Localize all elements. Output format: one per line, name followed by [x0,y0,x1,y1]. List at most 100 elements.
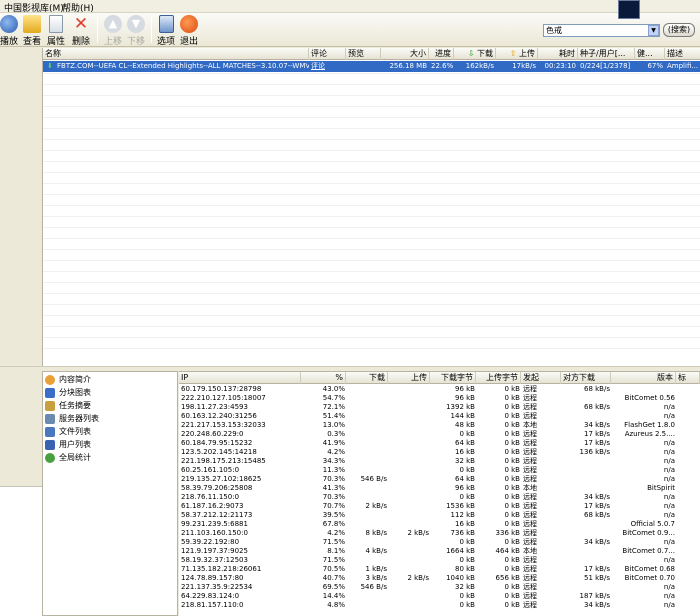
gridline [43,348,700,349]
peer-row[interactable]: 64.229.83.124:0 14.4% 0 kB 0 kB 远程 187 kB/s n/… [179,592,700,601]
delete-button[interactable]: ✕ 删除 [70,15,92,47]
column-name[interactable]: 名称 [43,48,309,60]
peer-uploaded-bytes: 0 kB [504,565,520,573]
peer-row[interactable]: 60.25.161.105:0 11.3% 0 kB 0 kB 远程 n/a [179,466,700,475]
peer-column-version[interactable]: 版本 [611,372,676,384]
peer-row[interactable]: 60.179.150.137:28798 43.0% 96 kB 0 kB 远程 68 k… [179,385,700,394]
peer-row[interactable]: 59.39.22.192:80 71.5% 0 kB 0 kB 远程 34 kB/s n/a [179,538,700,547]
properties-button[interactable]: 属性 [46,15,66,47]
peer-row[interactable]: 218.81.157.110:0 4.8% 0 kB 0 kB 远程 34 kB/s n/a [179,601,700,610]
speed-graph [618,0,640,19]
column-elapsed[interactable]: 耗时 [538,48,578,60]
peer-column-download[interactable]: 下载 [346,372,388,384]
peer-row[interactable]: 198.11.27.23:4593 72.1% 1392 kB 0 kB 远程 68 kB… [179,403,700,412]
move-down-button[interactable]: ▼ 下移 [126,15,146,47]
peer-row[interactable]: 211.103.160.150:0 4.2% 8 kB/s 2 kB/s 736 kB 3… [179,529,700,538]
peer-initiator: 本地 [523,484,537,492]
peer-column-ip[interactable]: IP [179,372,301,384]
peer-row[interactable]: 221.137.35.9:22534 69.5% 546 B/s 32 kB 0 kB 远… [179,583,700,592]
task-download-speed: 162kB/s [465,62,494,70]
peer-row[interactable]: 58.19.32.37:12503 71.5% 0 kB 0 kB 远程 n/a [179,556,700,565]
column-seeds[interactable]: 种子/用户[... [578,48,635,60]
column-preview[interactable]: 预览 [346,48,381,60]
peer-initiator: 远程 [523,592,537,600]
peer-row[interactable]: 221.198.175.213:15485 34.3% 32 kB 0 kB 远程 n/a [179,457,700,466]
move-up-button[interactable]: ▲ 上移 [103,15,123,47]
search-dropdown-arrow[interactable]: ▼ [648,25,659,36]
peer-percent: 70.3% [322,475,345,483]
peer-row[interactable]: 99.231.239.5:6881 67.8% 16 kB 0 kB 远程 Officia… [179,520,700,529]
peer-percent: 54.7% [322,394,345,402]
peer-download [346,466,388,475]
peer-row[interactable]: 219.135.27.102:18625 70.3% 546 B/s 64 kB 0 k… [179,475,700,484]
peer-initiator: 远程 [523,439,537,447]
peer-remote-download [561,457,611,466]
peer-row[interactable]: 218.76.11.150:0 70.3% 0 kB 0 kB 远程 34 kB/s n/a [179,493,700,502]
peer-download: 3 kB/s [365,574,387,582]
peer-remote-download [561,484,611,493]
tree-item-user-list[interactable]: 用户列表 [45,439,175,451]
peer-row[interactable]: 60.163.12.240:31256 51.4% 144 kB 0 kB 远程 n/a [179,412,700,421]
tree-item-server-list[interactable]: 服务器列表 [45,413,175,425]
peer-version: n/a [663,466,675,474]
peer-row[interactable]: 60.184.79.95:15232 41.9% 64 kB 0 kB 远程 17 kB/… [179,439,700,448]
peer-column-downloaded-bytes[interactable]: 下载字节 [430,372,476,384]
peer-row[interactable]: 221.217.153.153:32033 13.0% 48 kB 0 kB 本地 34 … [179,421,700,430]
peer-download [346,457,388,466]
peer-remote-download: 17 kB/s [584,439,610,447]
peer-uploaded-bytes: 0 kB [504,502,520,510]
task-comment-link[interactable]: 评论 [309,61,346,72]
peer-upload [388,592,430,601]
peer-row[interactable]: 121.9.197.37:9025 8.1% 4 kB/s 1664 kB 464 kB… [179,547,700,556]
peer-row[interactable]: 222.210.127.105:18007 54.7% 96 kB 0 kB 远程 Bit… [179,394,700,403]
peer-downloaded-bytes: 16 kB [455,448,475,456]
peer-ip: 60.163.12.240:31256 [181,412,257,420]
peer-downloaded-bytes: 1040 kB [446,574,475,582]
peer-download [346,592,388,601]
tree-item-content-intro[interactable]: 内容简介 [45,374,175,386]
peer-download [346,385,388,394]
peer-download [346,412,388,421]
column-size[interactable]: 大小 [381,48,429,60]
search-input[interactable]: 色戒 [543,24,660,37]
column-progress[interactable]: 进度 [429,48,454,60]
tree-item-file-list[interactable]: 文件列表 [45,426,175,438]
peer-download [346,538,388,547]
peer-column-flag[interactable]: 标 [676,372,700,384]
column-comment[interactable]: 评论 [309,48,346,60]
peer-uploaded-bytes: 0 kB [504,601,520,609]
peer-row[interactable]: 220.248.60.229:0 0.3% 0 kB 0 kB 远程 17 kB/s Azu… [179,430,700,439]
column-upload[interactable]: ⇧ 上传 [496,48,538,60]
task-elapsed: 00:23:10 [544,62,576,70]
task-row[interactable]: ⬇ FBTZ.COM--UEFA CL--Extended Highlights… [43,61,700,72]
peer-row[interactable]: 123.5.202.145:14218 4.2% 16 kB 0 kB 远程 136 kB… [179,448,700,457]
task-upload-speed: 17kB/s [512,62,536,70]
exit-button[interactable]: 退出 [179,15,199,47]
tree-item-task-summary[interactable]: 任务摘要 [45,400,175,412]
peer-column-percent[interactable]: % [301,372,346,384]
column-health[interactable]: 健... [635,48,665,60]
peer-version: n/a [663,592,675,600]
peer-row[interactable]: 124.78.89.157:80 40.7% 3 kB/s 2 kB/s 1040 kB… [179,574,700,583]
peer-column-uploaded-bytes[interactable]: 上传字节 [476,372,521,384]
view-button[interactable]: 查看 [22,15,42,47]
arrow-down-icon: ▼ [127,15,145,33]
peer-percent: 4.2% [327,448,345,456]
peer-column-upload[interactable]: 上传 [388,372,430,384]
options-icon [158,15,174,33]
play-button[interactable]: 播放 [0,15,18,47]
tree-item-block-chart[interactable]: 分块图表 [45,387,175,399]
peer-row[interactable]: 61.187.16.2:9073 70.7% 2 kB/s 1536 kB 0 kB 远程… [179,502,700,511]
task-description: Amplifi... [667,62,699,70]
column-download[interactable]: ⇩ 下载 [454,48,496,60]
column-description[interactable]: 描述 [665,48,700,60]
peer-column-initiator[interactable]: 发起 [521,372,561,384]
peer-row[interactable]: 58.39.79.206:25808 41.3% 96 kB 0 kB 本地 BitSpi… [179,484,700,493]
peer-column-peer-download[interactable]: 对方下载 [561,372,611,384]
search-button[interactable]: (搜索) [663,23,695,37]
gridline [43,227,700,228]
peer-row[interactable]: 71.135.182.218:26061 70.5% 1 kB/s 80 kB 0 kB… [179,565,700,574]
tree-item-global-stats[interactable]: 全局统计 [45,452,175,464]
peer-row[interactable]: 58.37.212.12:21173 39.5% 112 kB 0 kB 远程 68 kB… [179,511,700,520]
options-button[interactable]: 选项 [155,15,177,47]
